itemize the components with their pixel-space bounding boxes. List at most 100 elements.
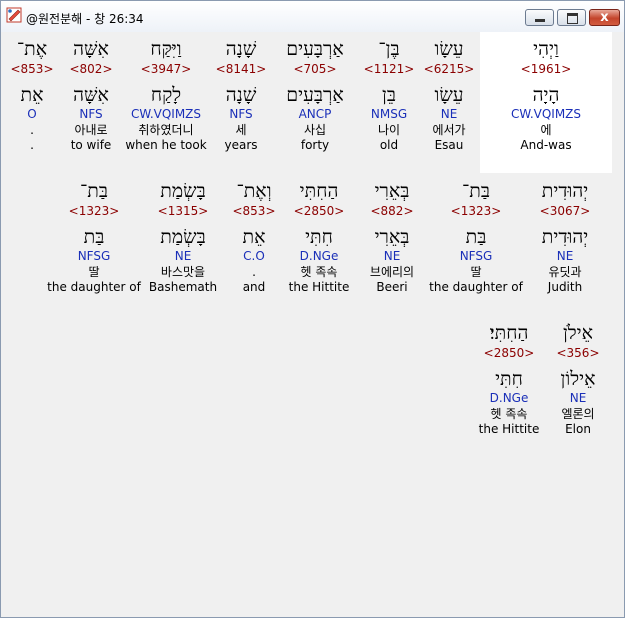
morphology-code: O — [27, 107, 37, 121]
morphology-code: NE — [440, 107, 458, 121]
title-bar[interactable]: @원전분해 - 창 26:34 x — [1, 1, 624, 32]
word-column[interactable]: בָּשְׂמַת <1315> בָּשְׂמַת NE 바스맛을 Bashe… — [145, 178, 221, 295]
hebrew-word[interactable]: אִשָּׁה — [63, 36, 119, 62]
english-gloss: years — [224, 138, 258, 152]
hebrew-word[interactable]: הַחִתִּי׃ — [475, 320, 543, 346]
word-column[interactable]: בְּאֵרִי <882> בְּאֵרִי NE 브에리의 Beeri — [357, 178, 427, 295]
hebrew-word[interactable]: בַּת־ — [47, 178, 141, 204]
hebrew-word[interactable]: אֶת־ — [7, 36, 57, 62]
korean-gloss: 바스맛을 — [160, 265, 206, 279]
hebrew-lemma: אִשָּׁה — [73, 84, 109, 106]
hebrew-lemma: אֵת — [242, 226, 266, 248]
english-gloss: Esau — [434, 138, 464, 152]
word-column[interactable]: אֶת־ <853> אֵת O . . — [7, 36, 57, 153]
morphology-code: ANCP — [298, 107, 332, 121]
strong-number[interactable]: <705> — [271, 62, 359, 77]
word-column[interactable]: עֵשָׂו <6215> עֵשָׂו NE 에서가 Esau — [419, 36, 479, 153]
strong-number[interactable]: <1121> — [361, 62, 417, 77]
hebrew-word[interactable]: שָׁנָה — [213, 36, 269, 62]
hebrew-word[interactable]: הַחִתִּי — [283, 178, 355, 204]
word-column[interactable]: בַּת־ <1323> בַּת NFSG 딸 the daughter of — [47, 178, 141, 295]
word-column[interactable]: יְהוּדִית <3067> יְהוּדִית NE 유딧과 Judith — [525, 178, 605, 295]
korean-gloss: 에 — [540, 123, 552, 137]
hebrew-word[interactable]: עֵשָׂו — [419, 36, 479, 62]
korean-gloss: 사십 — [303, 123, 327, 137]
strong-number[interactable]: <1323> — [429, 204, 523, 219]
maximize-button[interactable] — [557, 9, 586, 26]
word-column[interactable]: בַּת־ <1323> בַּת NFSG 딸 the daughter of — [429, 178, 523, 295]
strong-number[interactable]: <882> — [357, 204, 427, 219]
hebrew-lemma: שָׁנָה — [225, 84, 257, 106]
morphology-code: C.O — [243, 249, 265, 263]
strong-number[interactable]: <3947> — [121, 62, 211, 77]
english-gloss: when he took — [125, 138, 207, 152]
korean-gloss: 취하였더니 — [138, 123, 194, 137]
hebrew-word[interactable]: וַיִּקַּח — [121, 36, 211, 62]
hebrew-word[interactable]: אַרְבָּעִים — [271, 36, 359, 62]
korean-gloss: . — [30, 123, 34, 137]
strong-number[interactable]: <2850> — [283, 204, 355, 219]
korean-gloss: 에서가 — [432, 123, 466, 137]
hebrew-word[interactable]: בְּאֵרִי — [357, 178, 427, 204]
hebrew-lemma: לָקַח — [150, 84, 182, 106]
korean-gloss: 세 — [235, 123, 247, 137]
morphology-code: NMSG — [370, 107, 408, 121]
word-column[interactable]: הַחִתִּי <2850> חִתִּי D.NGe 헷 족속 the Hi… — [283, 178, 355, 295]
korean-gloss: 엘론의 — [561, 407, 595, 421]
english-gloss: forty — [300, 138, 330, 152]
word-column[interactable]: הַחִתִּי׃ <2850> חִתִּי D.NGe 헷 족속 the H… — [475, 320, 543, 437]
strong-number[interactable]: <2850> — [475, 346, 543, 361]
morphology-code: NFS — [229, 107, 253, 121]
word-column[interactable]: בֶּן־ <1121> בֵּן NMSG 나이 old — [361, 36, 417, 153]
hebrew-word[interactable]: בָּשְׂמַת — [145, 178, 221, 204]
korean-gloss: 헷 족속 — [490, 407, 528, 421]
strong-number[interactable]: <3067> — [525, 204, 605, 219]
hebrew-word[interactable]: בֶּן־ — [361, 36, 417, 62]
hebrew-word[interactable]: וַיְהִי — [484, 36, 608, 62]
hebrew-word[interactable]: בַּת־ — [429, 178, 523, 204]
strong-number[interactable]: <853> — [7, 62, 57, 77]
hebrew-lemma: חִתִּי — [495, 368, 523, 390]
strong-number[interactable]: <1315> — [145, 204, 221, 219]
morphology-code: CW.VQIMZS — [130, 107, 202, 121]
strong-number[interactable]: <356> — [545, 346, 611, 361]
hebrew-lemma: יְהוּדִית — [541, 226, 589, 248]
hebrew-word[interactable]: אֵילֹן — [545, 320, 611, 346]
korean-gloss: 유딧과 — [548, 265, 582, 279]
app-icon — [6, 7, 22, 23]
app-window: @원전분해 - 창 26:34 x וַיְהִי <1961> הָיָה C… — [0, 0, 625, 618]
word-column[interactable]: אַרְבָּעִים <705> אַרְבָּעִים ANCP 사십 fo… — [271, 36, 359, 153]
interlinear-view: וַיְהִי <1961> הָיָה CW.VQIMZS 에 And-was… — [5, 32, 617, 612]
english-gloss: Judith — [547, 280, 583, 294]
morphology-code: NFSG — [77, 249, 111, 263]
minimize-button[interactable] — [525, 9, 554, 26]
strong-number[interactable]: <6215> — [419, 62, 479, 77]
morphology-code: D.NGe — [489, 391, 529, 405]
hebrew-word[interactable]: וְאֶת־ — [227, 178, 281, 204]
word-column[interactable]: וְאֶת־ <853> אֵת C.O . and — [227, 178, 281, 295]
english-gloss: old — [379, 138, 399, 152]
word-column[interactable]: אִשָּׁה <802> אִשָּׁה NFS 아내로 to wife — [63, 36, 119, 153]
strong-number[interactable]: <1323> — [47, 204, 141, 219]
strong-number[interactable]: <1961> — [484, 62, 608, 77]
morphology-code: NE — [383, 249, 401, 263]
word-column[interactable]: וַיִּקַּח <3947> לָקַח CW.VQIMZS 취하였더니 w… — [121, 36, 211, 153]
hebrew-word[interactable]: יְהוּדִית — [525, 178, 605, 204]
korean-gloss: 딸 — [88, 265, 100, 279]
english-gloss: the Hittite — [288, 280, 350, 294]
word-column[interactable]: וַיְהִי <1961> הָיָה CW.VQIMZS 에 And-was — [484, 36, 608, 153]
english-gloss: Bashemath — [148, 280, 218, 294]
strong-number[interactable]: <802> — [63, 62, 119, 77]
close-button[interactable]: x — [589, 9, 620, 26]
morphology-code: NFSG — [459, 249, 493, 263]
word-column[interactable]: שָׁנָה <8141> שָׁנָה NFS 세 years — [213, 36, 269, 153]
strong-number[interactable]: <8141> — [213, 62, 269, 77]
minimize-icon — [535, 19, 545, 22]
strong-number[interactable]: <853> — [227, 204, 281, 219]
morphology-code: D.NGe — [299, 249, 339, 263]
english-gloss: Beeri — [376, 280, 408, 294]
hebrew-lemma: בְּאֵרִי — [374, 226, 410, 248]
hebrew-lemma: אַרְבָּעִים — [286, 84, 344, 106]
word-column[interactable]: אֵילֹן <356> אֵילוֹן NE 엘론의 Elon — [545, 320, 611, 437]
english-gloss: to wife — [70, 138, 112, 152]
